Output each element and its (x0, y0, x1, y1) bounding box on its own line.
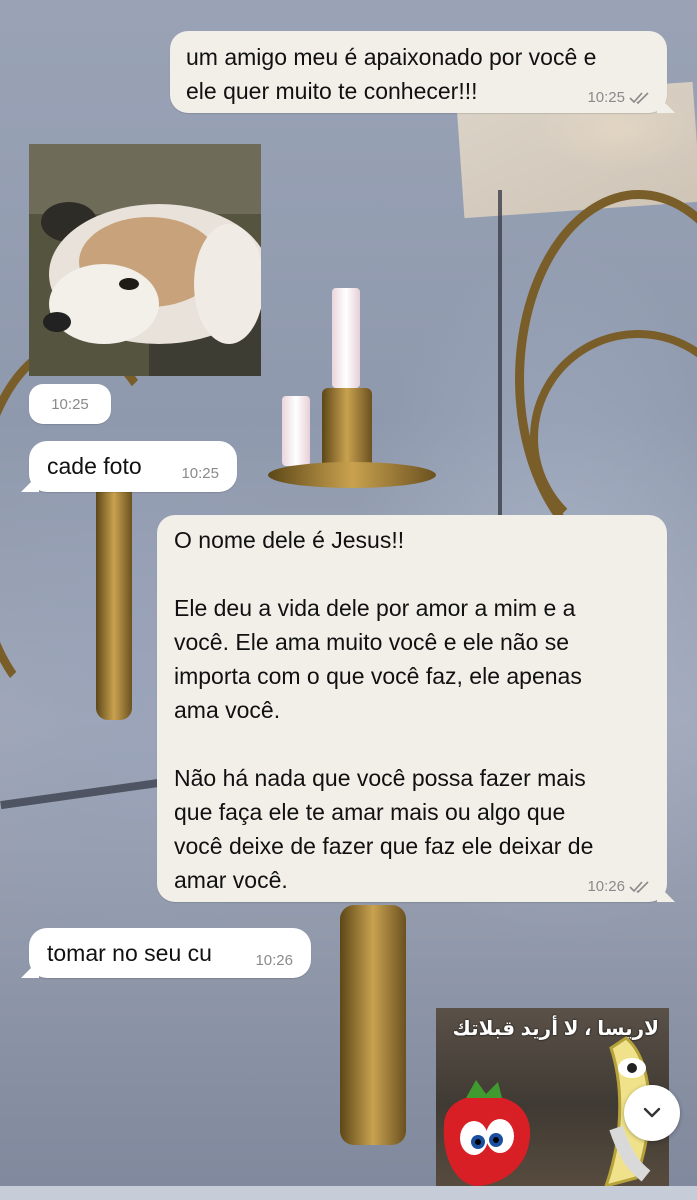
message-meta: 10:25 (181, 465, 219, 483)
message-bubble-incoming[interactable]: tomar no seu cu 10:26 (21, 928, 311, 978)
double-check-icon (629, 91, 651, 105)
photo-timestamp: 10:25 (29, 384, 111, 424)
message-text: tomar no seu cu (47, 940, 212, 966)
wallpaper-candle-dish (268, 462, 436, 488)
message-photo[interactable] (29, 144, 261, 376)
message-meta: 10:25 (587, 89, 651, 107)
wallpaper-sconce-stem (96, 480, 132, 720)
message-time: 10:26 (255, 952, 293, 969)
message-meta: 10:26 (587, 878, 651, 896)
message-time: 10:25 (181, 465, 219, 482)
message-bubble-outgoing[interactable]: O nome dele é Jesus!! Ele deu a vida del… (157, 515, 675, 902)
message-bubble-incoming[interactable]: cade foto 10:25 (21, 441, 237, 492)
wallpaper-candle-holder (322, 388, 372, 468)
message-meta: 10:26 (255, 952, 293, 970)
wallpaper-sconce-column (340, 905, 406, 1145)
message-time: 10:25 (587, 89, 625, 106)
message-time: 10:26 (587, 878, 625, 895)
wallpaper-edge-line (498, 190, 502, 520)
bottom-edge-bar (0, 1186, 697, 1200)
wallpaper-candle-tall (332, 288, 360, 388)
message-text: cade foto (47, 453, 142, 479)
scroll-to-bottom-button[interactable] (624, 1085, 680, 1141)
message-text: um amigo meu é apaixonado por você e ele… (186, 44, 597, 104)
puppy-photo-image (29, 144, 261, 376)
message-time: 10:25 (51, 395, 89, 413)
message-bubble-outgoing[interactable]: um amigo meu é apaixonado por você e ele… (170, 31, 675, 113)
chevron-down-icon (643, 1107, 661, 1118)
wallpaper-candle-short (282, 396, 310, 466)
wallpaper-fold (0, 778, 160, 810)
message-text: O nome dele é Jesus!! Ele deu a vida del… (174, 527, 594, 893)
double-check-icon (629, 880, 651, 894)
